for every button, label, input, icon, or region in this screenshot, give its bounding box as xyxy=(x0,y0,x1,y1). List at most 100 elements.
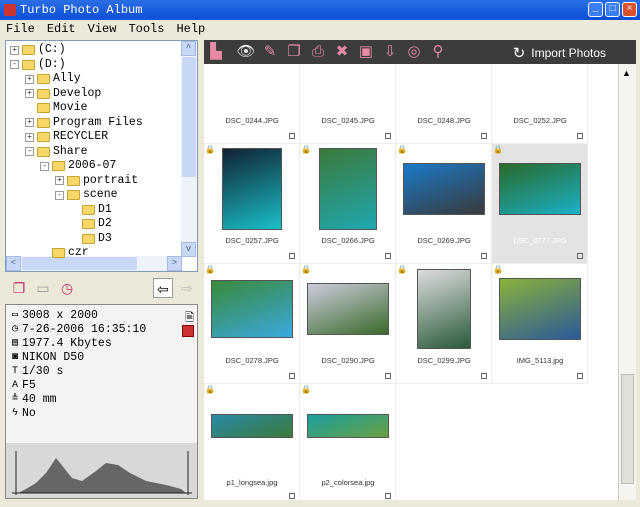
burn-icon[interactable]: ◎ xyxy=(404,42,424,62)
select-checkbox[interactable] xyxy=(385,253,391,259)
photo-thumbnail[interactable] xyxy=(403,163,485,215)
select-checkbox[interactable] xyxy=(577,253,583,259)
tree-item[interactable]: +Develop xyxy=(25,87,101,101)
tree-item[interactable]: -2006-07 xyxy=(40,159,116,173)
scroll-thumb[interactable] xyxy=(182,57,196,177)
photo-thumbnail[interactable] xyxy=(211,280,293,338)
select-checkbox[interactable] xyxy=(289,493,295,499)
menu-view[interactable]: View xyxy=(88,20,117,38)
expand-toggle[interactable]: + xyxy=(25,133,34,142)
tree-item[interactable]: +Program Files xyxy=(25,116,143,130)
scroll-down-button[interactable]: v xyxy=(181,242,196,257)
expand-toggle[interactable]: - xyxy=(40,162,49,171)
menu-file[interactable]: File xyxy=(6,20,35,38)
tree-item[interactable]: +RECYCLER xyxy=(25,130,108,144)
image-icon[interactable] xyxy=(182,325,194,337)
tree-item[interactable]: +portrait xyxy=(55,174,138,188)
photo-thumbnail[interactable] xyxy=(222,148,282,230)
photo-thumbnail-cell[interactable]: 🔒DSC_0299.JPG xyxy=(396,264,492,384)
photo-thumbnail-cell[interactable]: 🔒DSC_0257.JPG xyxy=(204,144,300,264)
scroll-right-button[interactable]: > xyxy=(167,256,182,271)
scroll-up-button[interactable]: ^ xyxy=(181,41,196,56)
select-checkbox[interactable] xyxy=(481,253,487,259)
select-checkbox[interactable] xyxy=(385,373,391,379)
photo-thumbnail-cell[interactable]: 🔒IMG_5113.jpg xyxy=(492,264,588,384)
select-checkbox[interactable] xyxy=(577,373,583,379)
menu-tools[interactable]: Tools xyxy=(128,20,164,38)
tree-item[interactable]: -Share xyxy=(25,145,88,159)
select-checkbox[interactable] xyxy=(385,493,391,499)
menu-help[interactable]: Help xyxy=(176,20,205,38)
scroll-left-button[interactable]: < xyxy=(6,256,21,271)
slideshow-icon[interactable]: ▣ xyxy=(356,42,376,62)
edit-icon[interactable]: ✎ xyxy=(260,42,280,62)
expand-toggle[interactable]: - xyxy=(55,191,64,200)
search-icon[interactable]: ⚲ xyxy=(428,42,448,62)
photo-thumbnail[interactable] xyxy=(499,163,581,215)
print-icon[interactable]: ⎙ xyxy=(308,42,328,62)
clock-icon[interactable]: ◷ xyxy=(57,278,77,298)
photo-thumbnail[interactable] xyxy=(307,414,389,438)
tree-horizontal-scrollbar[interactable]: < > xyxy=(6,256,182,271)
photo-thumbnail[interactable] xyxy=(319,148,377,230)
select-checkbox[interactable] xyxy=(289,373,295,379)
photo-thumbnail-cell[interactable]: DSC_0245.JPG xyxy=(300,64,396,144)
photo-thumbnail-cell[interactable]: DSC_0252.JPG xyxy=(492,64,588,144)
photo-thumbnail-cell[interactable]: 🔒DSC_0277.JPG xyxy=(492,144,588,264)
select-checkbox[interactable] xyxy=(481,373,487,379)
lock-icon: 🔒 xyxy=(301,145,311,154)
list-icon[interactable]: ▭ xyxy=(33,278,53,298)
expand-toggle[interactable]: + xyxy=(10,46,19,55)
photo-thumbnail[interactable] xyxy=(417,269,471,349)
forward-arrow-icon[interactable]: ⇨ xyxy=(177,278,197,298)
photo-thumbnail-cell[interactable]: 🔒p2_colorsea.jpg xyxy=(300,384,396,500)
select-checkbox[interactable] xyxy=(289,253,295,259)
photo-thumbnail-cell[interactable]: 🔒DSC_0266.JPG xyxy=(300,144,396,264)
photo-thumbnail[interactable] xyxy=(499,278,581,340)
tree-item[interactable]: D2 xyxy=(70,217,112,231)
tree-item[interactable]: czr xyxy=(40,246,89,260)
tree-item[interactable]: -(D:) xyxy=(10,58,66,72)
copy-icon[interactable]: ❐ xyxy=(284,42,304,62)
maximize-button[interactable]: □ xyxy=(605,2,620,17)
select-checkbox[interactable] xyxy=(577,133,583,139)
back-arrow-icon[interactable]: ⇦ xyxy=(153,278,173,298)
folder-tree[interactable]: ^ v < > +(C:)-(D:)+Ally+DevelopMovie+Pro… xyxy=(5,40,198,272)
view-mode-icon[interactable]: ❐ xyxy=(9,278,29,298)
expand-toggle[interactable]: + xyxy=(25,118,34,127)
expand-toggle[interactable]: - xyxy=(10,60,19,69)
close-button[interactable]: × xyxy=(622,2,637,17)
scroll-up-button[interactable]: ▲ xyxy=(622,68,631,78)
expand-toggle[interactable]: + xyxy=(55,176,64,185)
photo-thumbnail-cell[interactable]: 🔒DSC_0269.JPG xyxy=(396,144,492,264)
tree-item[interactable]: +(C:) xyxy=(10,43,66,57)
tree-item[interactable]: Movie xyxy=(25,101,88,115)
select-checkbox[interactable] xyxy=(481,133,487,139)
tree-item[interactable]: D3 xyxy=(70,232,112,246)
menu-edit[interactable]: Edit xyxy=(47,20,76,38)
import-photos-button[interactable]: ↻Import Photos xyxy=(513,44,606,62)
minimize-button[interactable]: _ xyxy=(588,2,603,17)
select-checkbox[interactable] xyxy=(385,133,391,139)
grid-vertical-scrollbar[interactable]: ▲ xyxy=(618,64,636,500)
tree-vertical-scrollbar[interactable]: ^ v xyxy=(181,41,197,257)
photo-thumbnail-cell[interactable]: 🔒p1_longsea.jpg xyxy=(204,384,300,500)
expand-toggle[interactable]: + xyxy=(25,75,34,84)
tree-item[interactable]: +Ally xyxy=(25,72,81,86)
folder-icon[interactable]: ▙ xyxy=(206,42,226,62)
photo-thumbnail-cell[interactable]: 🔒DSC_0278.JPG xyxy=(204,264,300,384)
tree-item[interactable]: D1 xyxy=(70,203,112,217)
expand-toggle[interactable]: - xyxy=(25,147,34,156)
select-checkbox[interactable] xyxy=(289,133,295,139)
photo-thumbnail[interactable] xyxy=(211,414,293,438)
tree-item[interactable]: -scene xyxy=(55,188,118,202)
photo-thumbnail-cell[interactable]: DSC_0244.JPG xyxy=(204,64,300,144)
expand-toggle[interactable]: + xyxy=(25,89,34,98)
photo-thumbnail-cell[interactable]: 🔒DSC_0290.JPG xyxy=(300,264,396,384)
scroll-thumb[interactable] xyxy=(621,374,634,484)
photo-thumbnail-cell[interactable]: DSC_0248.JPG xyxy=(396,64,492,144)
delete-icon[interactable]: ✖ xyxy=(332,42,352,62)
photo-thumbnail[interactable] xyxy=(307,283,389,335)
export-icon[interactable]: ⇩ xyxy=(380,42,400,62)
view-icon[interactable]: 👁 xyxy=(236,42,256,62)
